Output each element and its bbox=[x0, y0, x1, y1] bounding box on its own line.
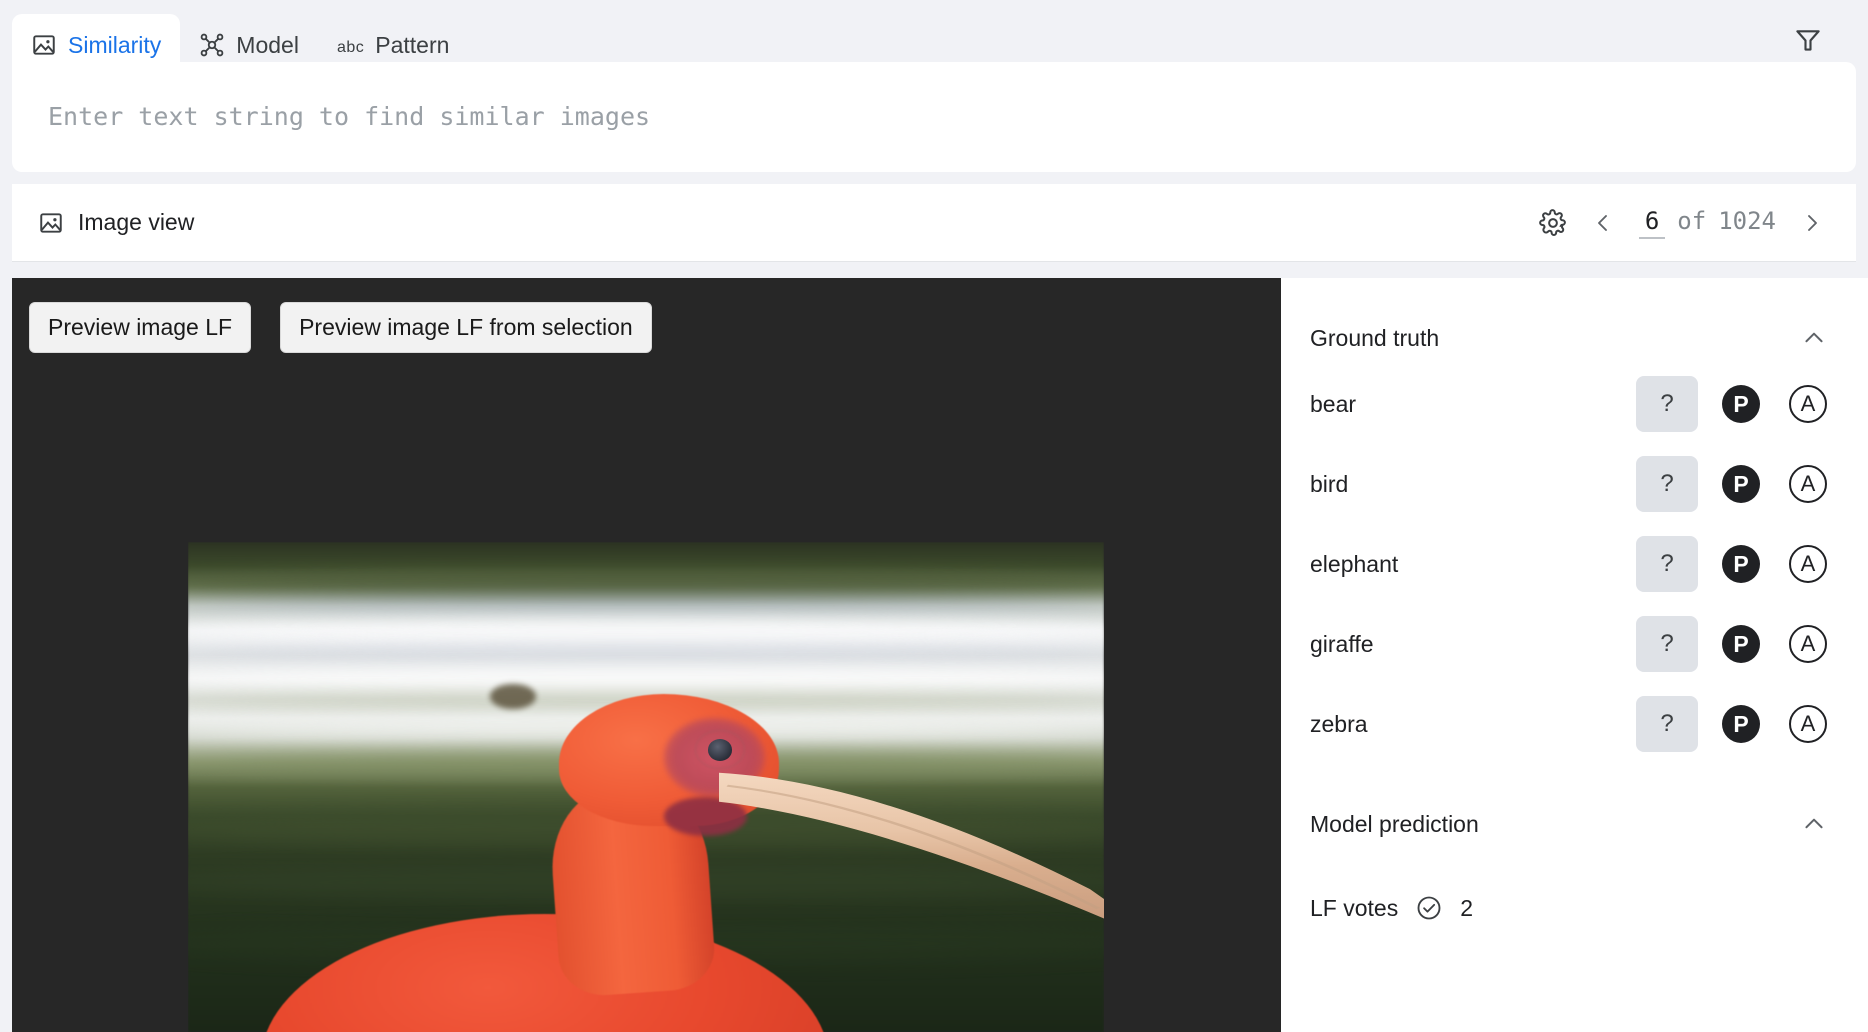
image-preview-panel: Preview image LF Preview image LF from s… bbox=[12, 278, 1281, 1032]
preview-image[interactable] bbox=[188, 542, 1104, 1032]
positive-badge[interactable]: P bbox=[1722, 545, 1760, 583]
unknown-chip[interactable]: ? bbox=[1636, 376, 1698, 432]
page-number-input[interactable]: 6 bbox=[1638, 207, 1666, 239]
abstain-badge[interactable]: A bbox=[1789, 465, 1827, 503]
abstain-badge[interactable]: A bbox=[1789, 545, 1827, 583]
annotation-sidebar: Ground truth bear ? P A bird ? P A eleph… bbox=[1281, 278, 1868, 1032]
ground-truth-title: Ground truth bbox=[1310, 324, 1440, 351]
ground-truth-section-header[interactable]: Ground truth bbox=[1281, 312, 1868, 364]
page-title: Image view bbox=[78, 209, 195, 235]
positive-badge[interactable]: P bbox=[1722, 705, 1760, 743]
ground-truth-label: bear bbox=[1310, 390, 1357, 417]
ground-truth-label: elephant bbox=[1310, 550, 1399, 577]
similarity-search-panel bbox=[12, 62, 1856, 172]
pagination: 6 of 1024 bbox=[1631, 207, 1784, 239]
positive-badge[interactable]: P bbox=[1722, 625, 1760, 663]
model-prediction-section-header[interactable]: Model prediction bbox=[1281, 798, 1868, 850]
pager-total: 1024 bbox=[1718, 206, 1776, 235]
image-icon bbox=[31, 32, 57, 58]
table-row: elephant ? P A bbox=[1281, 524, 1868, 604]
image-view-title-group: Image view bbox=[12, 209, 194, 236]
table-row: giraffe ? P A bbox=[1281, 604, 1868, 684]
ground-truth-label: giraffe bbox=[1310, 630, 1374, 657]
ground-truth-label: bird bbox=[1310, 470, 1349, 497]
positive-badge[interactable]: P bbox=[1722, 385, 1760, 423]
lf-button-group: Preview image LF Preview image LF from s… bbox=[29, 302, 652, 353]
abstain-badge[interactable]: A bbox=[1789, 625, 1827, 663]
image-view-controls: 6 of 1024 bbox=[1531, 201, 1856, 245]
check-circle-icon bbox=[1415, 894, 1443, 922]
preview-image-lf-button[interactable]: Preview image LF bbox=[29, 302, 252, 353]
tab-similarity-label: Similarity bbox=[68, 31, 162, 58]
image-view-toolbar: Image view 6 of 1024 bbox=[12, 184, 1856, 262]
lf-votes-label: LF votes bbox=[1310, 894, 1399, 921]
pager-separator: of bbox=[1677, 206, 1707, 235]
ibis-bird-subject bbox=[188, 542, 1104, 1032]
next-page-button[interactable] bbox=[1790, 201, 1834, 245]
preview-image-lf-from-selection-button[interactable]: Preview image LF from selection bbox=[280, 302, 652, 353]
unknown-chip[interactable]: ? bbox=[1636, 536, 1698, 592]
unknown-chip[interactable]: ? bbox=[1636, 616, 1698, 672]
model-prediction-title: Model prediction bbox=[1310, 810, 1479, 837]
gear-icon[interactable] bbox=[1531, 201, 1575, 245]
chevron-up-icon[interactable] bbox=[1801, 325, 1827, 351]
abstain-badge[interactable]: A bbox=[1789, 705, 1827, 743]
model-graph-icon bbox=[199, 32, 225, 58]
unknown-chip[interactable]: ? bbox=[1636, 696, 1698, 752]
abc-icon: abc bbox=[336, 39, 365, 56]
image-icon bbox=[38, 210, 64, 236]
search-input[interactable] bbox=[48, 88, 1808, 144]
unknown-chip[interactable]: ? bbox=[1636, 456, 1698, 512]
lf-votes-row: LF votes 2 bbox=[1281, 888, 1868, 928]
table-row: bird ? P A bbox=[1281, 444, 1868, 524]
table-row: zebra ? P A bbox=[1281, 684, 1868, 764]
lf-votes-count: 2 bbox=[1460, 894, 1474, 921]
table-row: bear ? P A bbox=[1281, 364, 1868, 444]
prev-page-button[interactable] bbox=[1581, 201, 1625, 245]
filter-funnel-icon[interactable] bbox=[1788, 20, 1828, 60]
tab-model-label: Model bbox=[236, 31, 299, 58]
chevron-up-icon[interactable] bbox=[1801, 811, 1827, 837]
ground-truth-label: zebra bbox=[1310, 710, 1368, 737]
abstain-badge[interactable]: A bbox=[1789, 385, 1827, 423]
tab-pattern-label: Pattern bbox=[375, 31, 450, 58]
positive-badge[interactable]: P bbox=[1722, 465, 1760, 503]
